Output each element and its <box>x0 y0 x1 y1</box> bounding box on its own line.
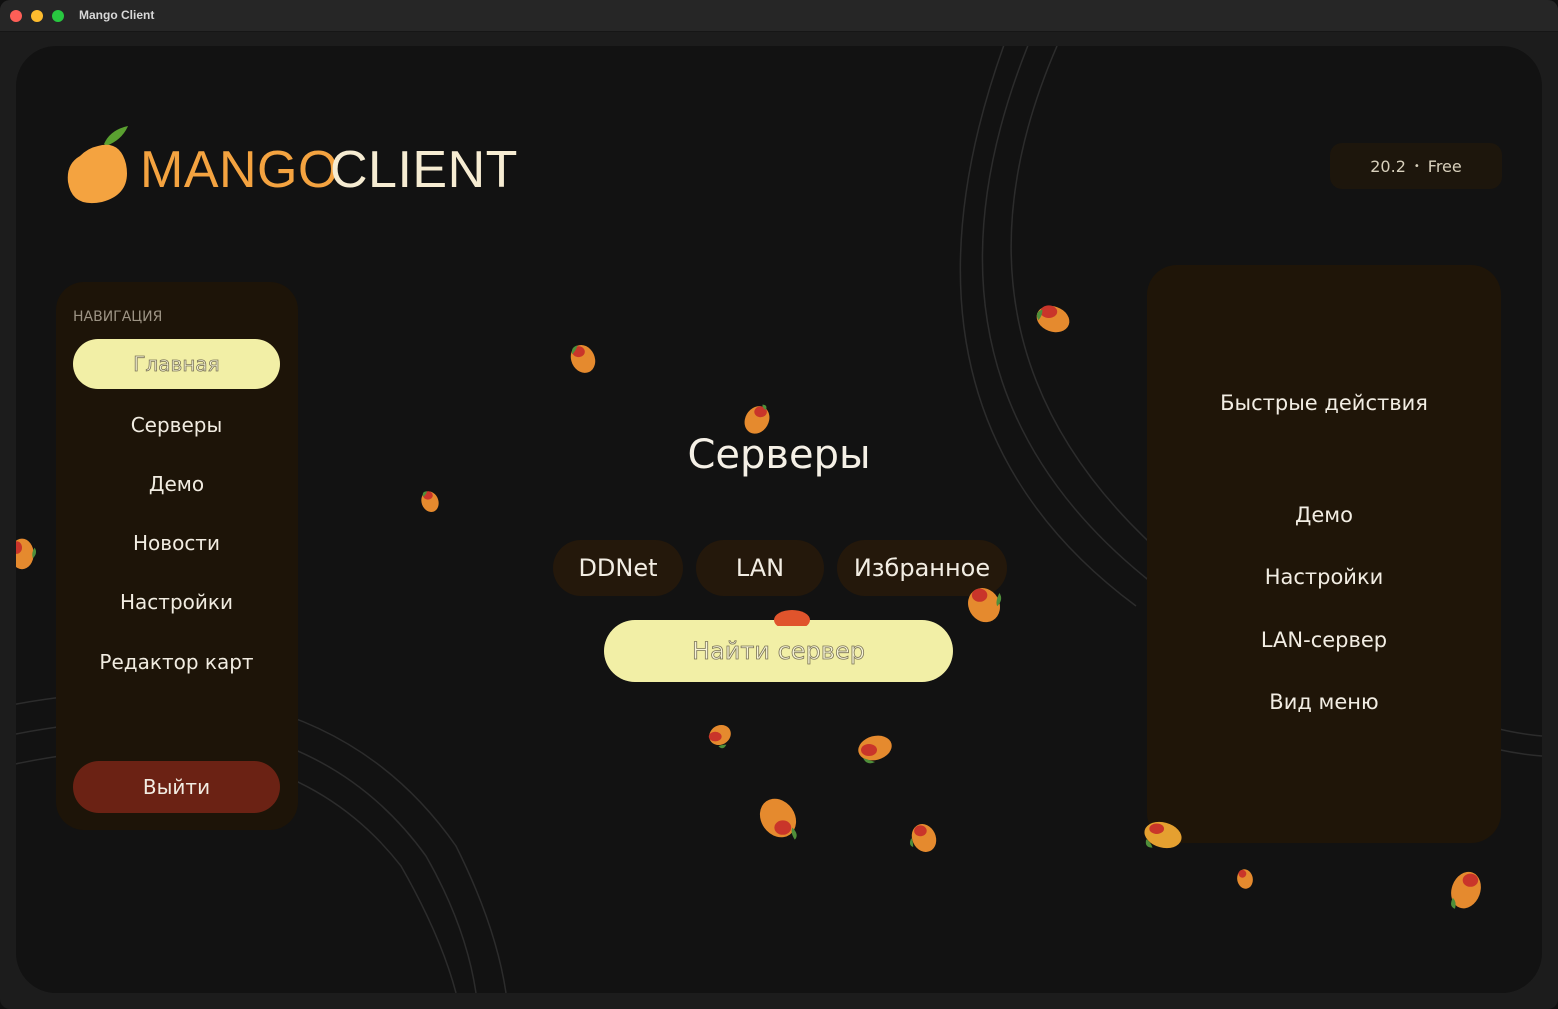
mango-decoration-icon <box>968 588 1002 623</box>
mango-decoration-icon <box>744 404 770 434</box>
logout-button[interactable]: Выйти <box>73 761 280 813</box>
mango-decoration-icon <box>774 610 810 626</box>
nav-item-news[interactable]: Новости <box>73 518 280 568</box>
mango-decoration-icon <box>570 344 596 373</box>
mango-decoration-icon <box>909 824 937 852</box>
nav-item-map-editor[interactable]: Редактор карт <box>73 637 280 687</box>
nav-heading: НАВИГАЦИЯ <box>73 309 163 325</box>
version-tier: Free <box>1427 156 1462 176</box>
page-title: Серверы <box>687 432 871 478</box>
find-server-button[interactable]: Найти сервер <box>604 620 953 682</box>
nav-item-home[interactable]: Главная <box>73 339 280 389</box>
quick-action-menu-view[interactable]: Вид меню <box>1224 682 1424 722</box>
mango-decoration-icon <box>759 798 797 840</box>
mango-decoration-icon <box>16 538 37 570</box>
quick-actions-panel: Быстрые действия Демо Настройки LAN-серв… <box>1147 265 1501 843</box>
nav-item-demo[interactable]: Демо <box>73 459 280 509</box>
minimize-window-button[interactable] <box>31 10 43 22</box>
nav-item-servers[interactable]: Серверы <box>73 400 280 450</box>
mango-decoration-icon <box>1144 821 1182 849</box>
version-badge: 20.2 • Free <box>1330 143 1502 189</box>
title-bar[interactable]: Mango Client <box>0 0 1558 32</box>
navigation-panel: НАВИГАЦИЯ Главная Серверы Демо Новости Н… <box>56 282 298 830</box>
mango-logo-icon <box>67 126 128 204</box>
mango-decoration-icon <box>858 735 892 764</box>
maximize-window-button[interactable] <box>52 10 64 22</box>
quick-action-settings[interactable]: Настройки <box>1224 557 1424 597</box>
app-window: Mango Client MANGO CLIENT 20.2 • Free НА… <box>0 0 1558 1009</box>
tab-ddnet[interactable]: DDNet <box>553 540 683 596</box>
mango-decoration-icon <box>1237 869 1253 889</box>
close-window-button[interactable] <box>10 10 22 22</box>
mango-decoration-icon <box>421 491 439 512</box>
brand-mango-text: MANGO <box>140 141 339 199</box>
version-number: 20.2 <box>1370 156 1406 176</box>
app-content: MANGO CLIENT 20.2 • Free НАВИГАЦИЯ Главн… <box>16 46 1542 993</box>
quick-action-lan-server[interactable]: LAN-сервер <box>1224 620 1424 660</box>
brand-client-text: CLIENT <box>330 141 518 199</box>
tab-lan[interactable]: LAN <box>696 540 824 596</box>
mango-decoration-icon <box>1451 871 1481 909</box>
quick-actions-title: Быстрые действия <box>1220 391 1428 415</box>
version-separator: • <box>1413 160 1420 172</box>
window-title: Mango Client <box>79 8 155 22</box>
mango-decoration-icon <box>708 724 731 749</box>
quick-action-demo[interactable]: Демо <box>1224 495 1424 535</box>
mango-decoration-icon <box>1036 305 1070 333</box>
nav-item-settings[interactable]: Настройки <box>73 577 280 627</box>
